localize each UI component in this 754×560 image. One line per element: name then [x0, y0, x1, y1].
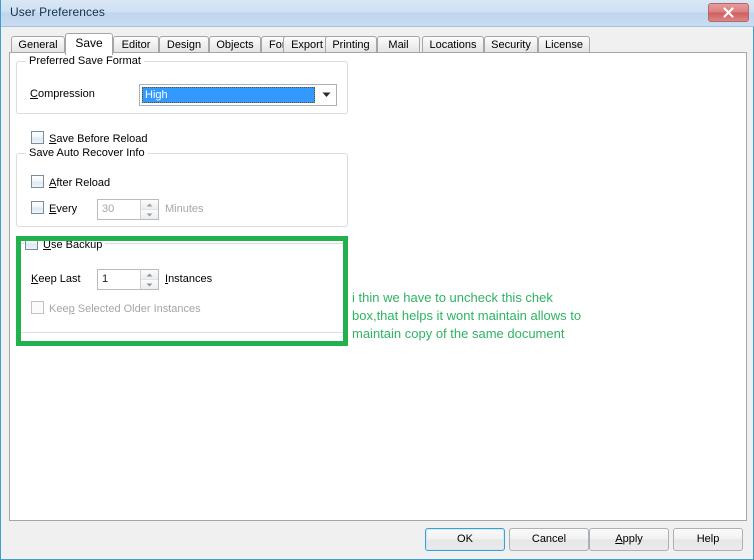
compression-label-accesskey: C — [30, 88, 38, 100]
keep-last-spin-buttons — [140, 270, 158, 289]
compression-dropdown-button[interactable] — [317, 85, 336, 105]
help-button[interactable]: Help — [673, 528, 743, 551]
save-before-reload-label-rest: ave Before Reload — [56, 133, 148, 145]
close-x-icon — [723, 7, 734, 18]
compression-combobox-value: High — [142, 87, 315, 103]
keep-selected-older-instances-label: Keep Selected Older Instances — [49, 303, 201, 315]
tab-strip: General Save Editor Design Objects Font … — [9, 33, 749, 55]
compression-combobox[interactable]: High — [139, 84, 337, 106]
use-backup-label: Use Backup — [43, 239, 102, 251]
keep-last-value[interactable]: 1 — [98, 270, 140, 289]
use-backup-accesskey: U — [43, 239, 51, 251]
after-reload-label-rest: fter Reload — [56, 177, 111, 189]
tab-objects[interactable]: Objects — [209, 36, 261, 53]
after-reload-row[interactable]: After Reload — [31, 175, 110, 189]
instances-label-rest: nstances — [168, 273, 213, 285]
auto-recover-interval-spinner[interactable]: 30 — [97, 199, 159, 220]
chevron-down-icon — [322, 92, 331, 97]
apply-button[interactable]: Apply — [589, 528, 669, 551]
titlebar: User Preferences — [1, 0, 754, 27]
user-preferences-window: User Preferences General Save Editor Des… — [0, 0, 754, 560]
caret-down-icon — [146, 213, 153, 216]
tab-printing[interactable]: Printing — [325, 36, 377, 53]
every-label: Every — [49, 203, 77, 215]
tab-editor[interactable]: Editor — [113, 36, 159, 53]
cancel-button[interactable]: Cancel — [509, 528, 589, 551]
apply-label-rest: pply — [622, 533, 643, 545]
keep-last-label-rest: eep Last — [38, 273, 81, 285]
tab-security[interactable]: Security — [484, 36, 538, 53]
annotation-text: i thin we have to uncheck this chek box,… — [352, 290, 582, 341]
tab-design[interactable]: Design — [159, 36, 209, 53]
auto-recover-interval-increment-button[interactable] — [141, 200, 158, 210]
tab-save[interactable]: Save — [65, 33, 113, 55]
caret-up-icon — [146, 203, 153, 206]
tab-mail[interactable]: Mail — [377, 36, 420, 53]
keep-last-spinner[interactable]: 1 — [97, 269, 159, 290]
use-backup-label-rest: se Backup — [50, 239, 103, 251]
use-backup-group: Use Backup Keep Last 1 Instances Keep Se… — [16, 237, 348, 333]
tab-locations[interactable]: Locations — [422, 36, 484, 53]
use-backup-group-title: Use Backup — [24, 237, 106, 251]
minutes-label: Minutes — [165, 203, 204, 215]
save-tab-panel: Preferred Save Format Compression High S… — [9, 52, 747, 521]
save-auto-recover-group-title: Save Auto Recover Info — [26, 147, 148, 159]
preferred-save-format-group: Preferred Save Format Compression High — [16, 55, 348, 114]
keep-last-decrement-button[interactable] — [141, 280, 158, 289]
ok-button[interactable]: OK — [425, 528, 505, 551]
every-row[interactable]: Every — [31, 201, 77, 215]
auto-recover-interval-decrement-button[interactable] — [141, 210, 158, 219]
keep-selected-label-part2: Selected Older Instances — [74, 303, 201, 315]
keep-selected-label-part1: Kee — [49, 303, 69, 315]
preferred-save-format-group-title: Preferred Save Format — [26, 55, 144, 67]
tab-export[interactable]: Export — [283, 36, 331, 53]
after-reload-checkbox[interactable] — [31, 175, 44, 188]
close-button[interactable] — [708, 3, 749, 22]
save-auto-recover-group: Save Auto Recover Info After Reload Ever… — [16, 147, 348, 227]
save-before-reload-checkbox[interactable] — [31, 131, 44, 144]
every-checkbox[interactable] — [31, 201, 44, 214]
keep-selected-older-instances-row[interactable]: Keep Selected Older Instances — [31, 301, 201, 315]
instances-label: Instances — [165, 273, 212, 285]
window-title: User Preferences — [10, 5, 105, 19]
keep-selected-older-instances-checkbox[interactable] — [31, 301, 44, 314]
apply-accesskey: A — [615, 533, 623, 545]
keep-last-label: Keep Last — [31, 273, 81, 285]
caret-up-icon — [146, 273, 153, 276]
caret-down-icon — [146, 283, 153, 286]
keep-last-increment-button[interactable] — [141, 270, 158, 280]
after-reload-label: After Reload — [49, 177, 110, 189]
save-before-reload-label: Save Before Reload — [49, 133, 147, 145]
save-before-reload-row[interactable]: Save Before Reload — [31, 131, 147, 145]
auto-recover-interval-value[interactable]: 30 — [98, 200, 140, 219]
use-backup-checkbox[interactable] — [25, 237, 38, 250]
auto-recover-interval-spin-buttons — [140, 200, 158, 219]
compression-label: Compression — [30, 88, 95, 100]
compression-label-rest: ompression — [37, 88, 95, 100]
every-label-rest: very — [56, 203, 78, 215]
tab-license[interactable]: License — [538, 36, 590, 53]
tab-general[interactable]: General — [11, 36, 65, 53]
